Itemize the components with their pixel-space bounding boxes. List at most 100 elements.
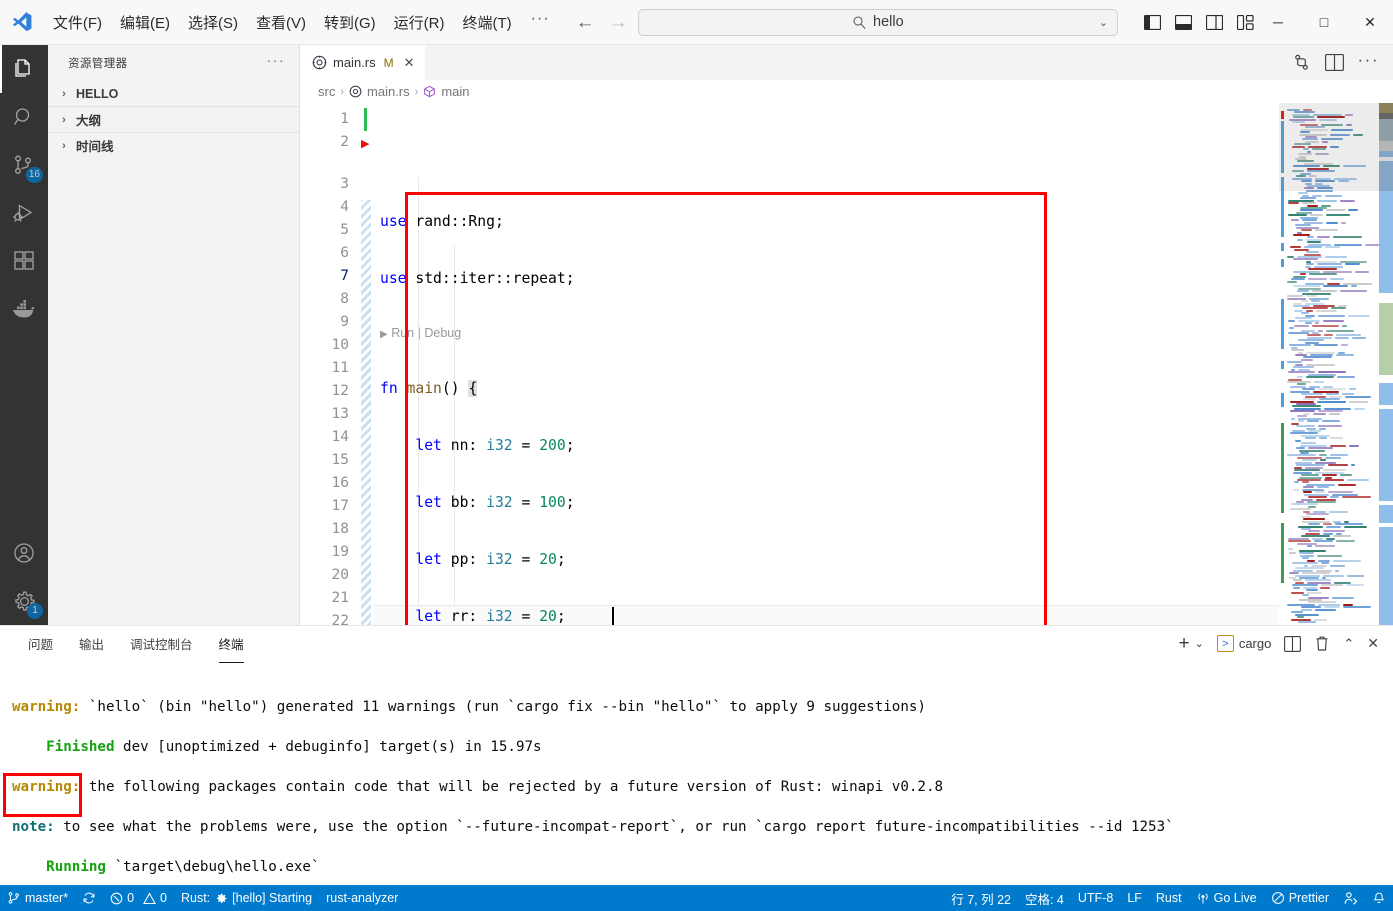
menu-file[interactable]: 文件(F)	[44, 8, 111, 37]
status-prettier[interactable]: Prettier	[1264, 885, 1336, 911]
minimap-slider[interactable]	[1279, 103, 1379, 191]
breadcrumb-file[interactable]: main.rs	[367, 84, 410, 99]
breadcrumb-symbol[interactable]: main	[441, 84, 469, 99]
tab-close-icon[interactable]: ✕	[404, 55, 415, 71]
activity-item-extensions[interactable]	[0, 237, 48, 285]
search-icon	[852, 15, 867, 30]
run-codelens-icon[interactable]: ▶	[380, 329, 388, 340]
status-language-mode[interactable]: Rust	[1149, 885, 1189, 911]
status-feedback[interactable]	[1336, 885, 1365, 911]
quick-open-input[interactable]: hello ⌄	[637, 8, 1118, 36]
menu-view[interactable]: 查看(V)	[247, 8, 315, 37]
menu-terminal[interactable]: 终端(T)	[454, 8, 521, 37]
line-number: 16	[331, 475, 349, 491]
sidebar-item-label: 大纲	[76, 114, 102, 128]
terminal-note-tag: note:	[12, 819, 55, 835]
terminal-output[interactable]: warning: `hello` (bin "hello") generated…	[0, 661, 1393, 885]
breadcrumb-src[interactable]: src	[318, 84, 335, 99]
status-eol[interactable]: LF	[1120, 885, 1149, 911]
toggle-primary-sidebar-icon[interactable]	[1142, 12, 1162, 32]
menu-run[interactable]: 运行(R)	[385, 8, 454, 37]
menu-goto[interactable]: 转到(G)	[315, 8, 385, 37]
status-notifications[interactable]	[1365, 885, 1393, 911]
status-problems[interactable]: 0 0	[103, 885, 174, 911]
terminal-line: note: to see what the problems were, use…	[6, 817, 1393, 837]
status-encoding[interactable]: UTF-8	[1071, 885, 1120, 911]
status-rust-analyzer-name[interactable]: rust-analyzer	[319, 885, 405, 911]
files-icon	[12, 57, 36, 81]
codelens-run-link[interactable]: Run	[391, 326, 414, 340]
breadcrumb: src › main.rs › main	[300, 80, 1393, 103]
menu-selection[interactable]: 选择(S)	[179, 8, 247, 37]
code-line: let bb: i32 = 100;	[415, 494, 575, 511]
terminal-text: `hello` (bin "hello") generated 11 warni…	[80, 699, 926, 715]
sidebar-item-outline[interactable]: › 大纲	[48, 106, 299, 132]
maximize-panel-icon[interactable]: ⌃	[1343, 636, 1354, 652]
activity-item-explorer[interactable]	[0, 45, 48, 93]
new-terminal-button[interactable]: +	[1179, 633, 1190, 655]
sync-icon	[82, 891, 96, 905]
terminal-text: to see what the problems were, use the o…	[54, 819, 1174, 835]
scrollbar-thumb[interactable]	[1379, 103, 1393, 191]
search-icon	[12, 105, 36, 129]
editor-scrollbar[interactable]	[1379, 103, 1393, 625]
sidebar-item-label: HELLO	[76, 86, 119, 101]
breakpoint-marker-icon[interactable]: ▶	[361, 137, 369, 150]
terminal-line: Running `target\debug\hello.exe`	[6, 857, 1393, 877]
navigate-forward-icon[interactable]: →	[609, 13, 628, 32]
codelens-debug-link[interactable]: Debug	[424, 326, 461, 340]
more-actions-icon[interactable]: ···	[1358, 50, 1379, 76]
status-branch-label: master*	[25, 891, 69, 905]
code-editor[interactable]: 1 2 3 4 5 6 7 8 9 10 11 12 13 14 15 16 1…	[300, 103, 1393, 625]
code-line: use std::iter::repeat;	[380, 270, 575, 287]
split-editor-vertical-icon[interactable]	[1324, 54, 1344, 71]
status-branch[interactable]: master*	[0, 885, 75, 911]
sidebar-item-hello[interactable]: › HELLO	[48, 80, 299, 106]
tab-problems[interactable]: 问题	[28, 627, 53, 660]
toggle-panel-icon[interactable]	[1173, 12, 1193, 32]
toggle-secondary-sidebar-icon[interactable]	[1204, 12, 1224, 32]
status-rust-analyzer[interactable]: Rust: [hello] Starting	[174, 885, 319, 911]
status-sync[interactable]	[75, 885, 103, 911]
line-number: 4	[340, 199, 349, 215]
customize-layout-icon[interactable]	[1235, 12, 1255, 32]
status-go-live[interactable]: Go Live	[1189, 885, 1264, 911]
sidebar-more-actions-icon[interactable]: ···	[267, 52, 294, 74]
tab-debug-console[interactable]: 调试控制台	[130, 627, 193, 660]
editor-tab-main-rs[interactable]: main.rs M ✕	[300, 45, 426, 80]
chevron-down-icon[interactable]: ⌄	[1099, 16, 1108, 29]
tab-terminal[interactable]: 终端	[218, 627, 244, 663]
activity-item-docker[interactable]	[0, 285, 48, 333]
navigate-back-icon[interactable]: ←	[576, 13, 595, 32]
source-control-graph-icon[interactable]	[1292, 53, 1311, 72]
status-prettier-label: Prettier	[1288, 891, 1329, 905]
split-terminal-icon[interactable]	[1284, 635, 1302, 652]
menu-edit[interactable]: 编辑(E)	[111, 8, 179, 37]
close-panel-icon[interactable]: ✕	[1367, 635, 1379, 652]
window-minimize-button[interactable]: ─	[1255, 0, 1301, 45]
terminal-selector[interactable]: > cargo	[1216, 635, 1271, 652]
sidebar-item-timeline[interactable]: › 时间线	[48, 132, 299, 158]
status-error-count: 0	[127, 891, 135, 905]
activity-item-source-control[interactable]: 16	[0, 141, 48, 189]
menu-overflow-icon[interactable]: ···	[521, 8, 560, 36]
trash-icon[interactable]	[1314, 635, 1330, 652]
activity-item-settings[interactable]: 1	[0, 577, 48, 625]
new-terminal-dropdown-icon[interactable]: ⌄	[1195, 637, 1204, 650]
activity-item-search[interactable]	[0, 93, 48, 141]
line-number: 20	[331, 567, 349, 583]
terminal-line: Finished dev [unoptimized + debuginfo] t…	[6, 737, 1393, 757]
sidebar-item-label: 时间线	[76, 140, 114, 154]
line-number: 13	[331, 406, 349, 422]
panel-tab-bar: 问题 输出 调试控制台 终端 + ⌄ > cargo ⌃ ✕	[0, 626, 1393, 663]
activity-item-run-and-debug[interactable]	[0, 189, 48, 237]
status-cursor-position[interactable]: 行 7, 列 22	[944, 885, 1018, 911]
editor-minimap[interactable]	[1279, 103, 1379, 625]
status-indentation[interactable]: 空格: 4	[1018, 885, 1071, 911]
tab-output[interactable]: 输出	[79, 627, 104, 660]
window-maximize-button[interactable]: □	[1301, 0, 1347, 45]
code-content[interactable]: use rand::Rng; use std::iter::repeat; ▶ …	[374, 103, 1279, 625]
activity-item-accounts[interactable]	[0, 529, 48, 577]
code-lens[interactable]: ▶ Run | Debug	[374, 324, 1279, 343]
window-close-button[interactable]: ✕	[1347, 0, 1393, 45]
